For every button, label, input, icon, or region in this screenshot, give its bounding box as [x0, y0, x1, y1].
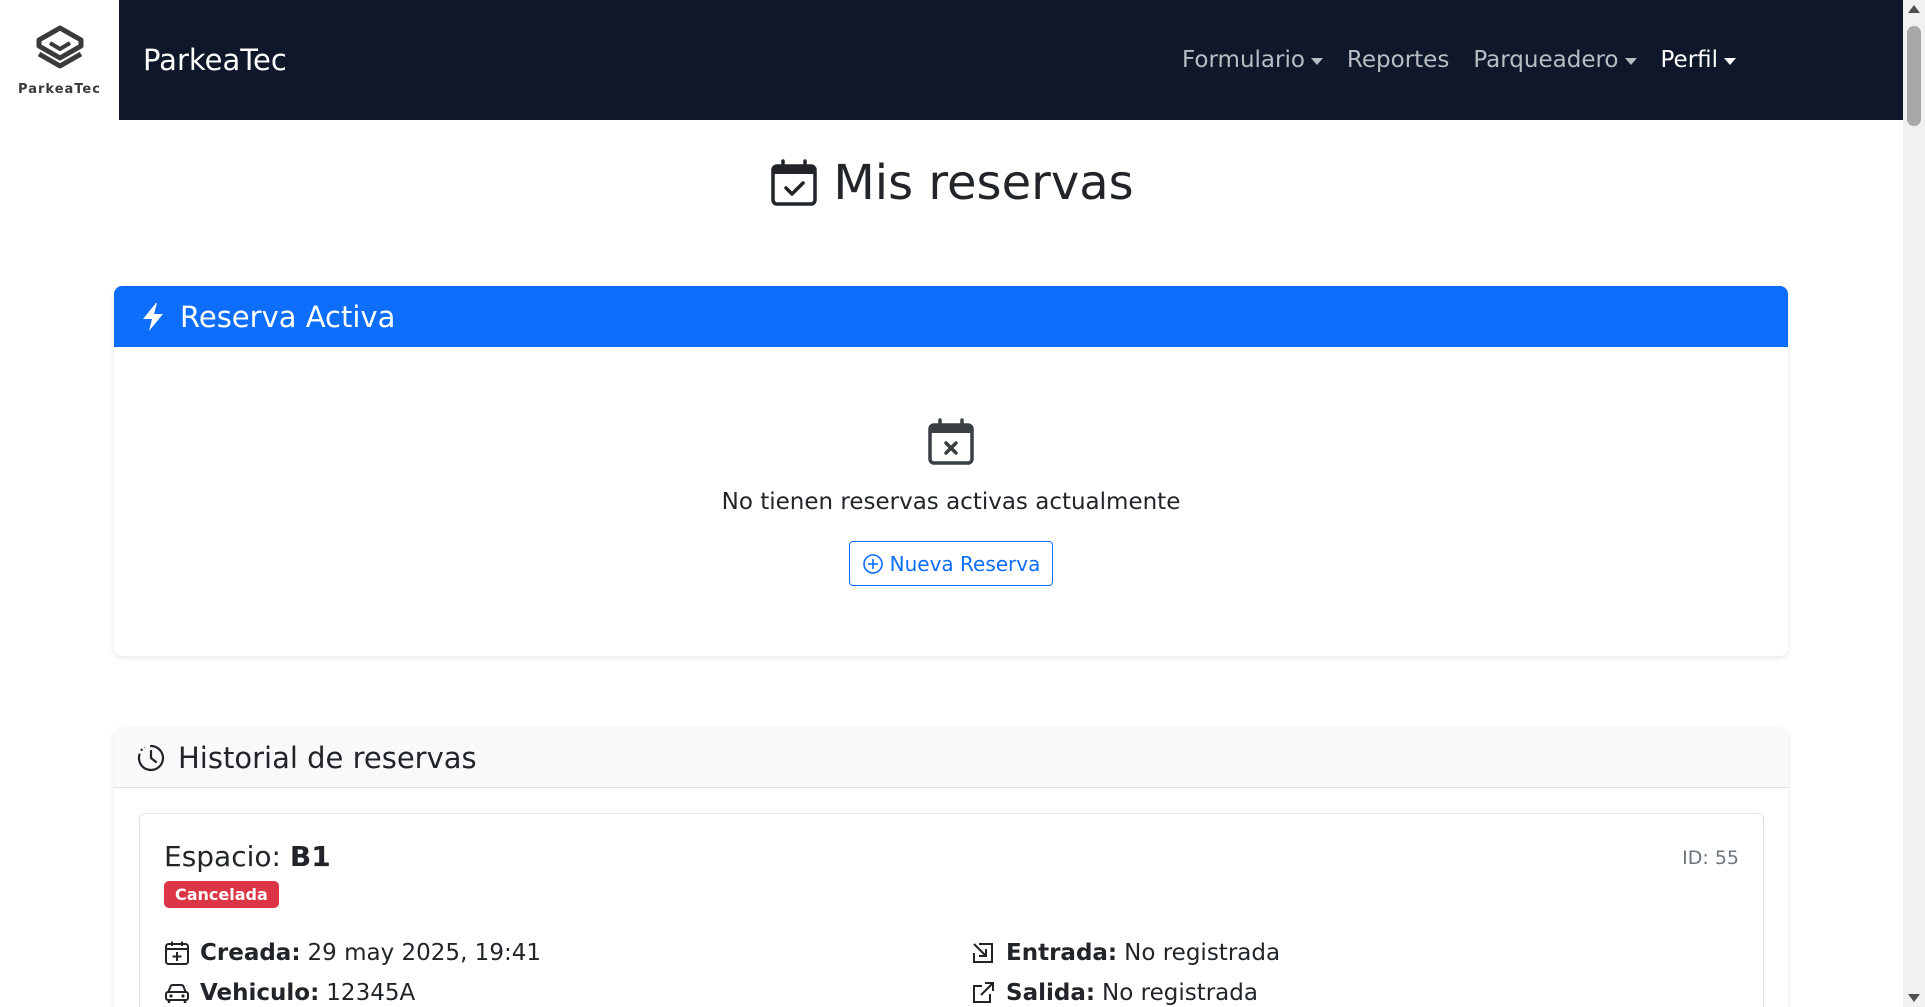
nav-parqueadero[interactable]: Parqueadero [1461, 47, 1648, 73]
active-reservation-card: Reserva Activa No tienen reservas activa… [114, 286, 1788, 656]
caret-down-icon [1624, 57, 1637, 65]
page-title: Mis reservas [0, 155, 1903, 211]
plus-circle-icon [862, 553, 883, 574]
page-title-text: Mis reservas [833, 155, 1134, 211]
space-value: B1 [289, 840, 331, 873]
exit-detail: Salida: No registrada [970, 980, 1258, 1006]
entry-label: Entrada: [1006, 940, 1118, 966]
page-scrollbar[interactable] [1903, 0, 1925, 1007]
entry-detail: Entrada: No registrada [970, 940, 1280, 966]
vehicle-value: 12345A [326, 980, 416, 1006]
created-value: 29 may 2025, 19:41 [307, 940, 541, 966]
navbar: ParkeaTec ParkeaTec Formulario Reportes … [0, 0, 1903, 120]
box-arrow-out-icon [973, 982, 994, 1003]
created-label: Creada: [200, 940, 301, 966]
caret-down-icon [1310, 57, 1323, 65]
scroll-thumb[interactable] [1907, 26, 1921, 126]
clock-history-icon [137, 744, 165, 771]
vehicle-detail: Vehiculo: 12345A [164, 980, 415, 1006]
nav-perfil[interactable]: Perfil [1649, 47, 1749, 73]
active-reservation-header: Reserva Activa [114, 286, 1788, 347]
empty-message: No tienen reservas activas actualmente [721, 489, 1181, 515]
exit-value: No registrada [1102, 980, 1258, 1006]
calendar-plus-icon [165, 941, 189, 965]
box-arrow-in-icon [973, 943, 993, 963]
lightning-icon [143, 302, 163, 331]
status-badge: Cancelada [164, 881, 279, 908]
scroll-down-arrow-icon[interactable] [1908, 994, 1920, 1002]
active-reservation-title: Reserva Activa [180, 299, 396, 334]
empty-state: No tienen reservas activas actualmente N… [114, 347, 1788, 586]
nav-parqueadero-label: Parqueadero [1473, 47, 1619, 73]
new-reservation-label: Nueva Reserva [889, 551, 1041, 576]
history-header: Historial de reservas [114, 728, 1788, 788]
nav-formulario[interactable]: Formulario [1170, 47, 1335, 73]
parkeatec-logo-icon [36, 25, 83, 68]
vehicle-label: Vehiculo: [200, 980, 320, 1006]
brand-logo[interactable]: ParkeaTec [0, 0, 119, 120]
caret-down-icon [1724, 57, 1737, 65]
calendar-check-icon [771, 159, 818, 206]
entry-value: No registrada [1124, 940, 1281, 966]
nav-perfil-label: Perfil [1660, 47, 1719, 73]
brand-name[interactable]: ParkeaTec [143, 43, 287, 77]
history-title: Historial de reservas [178, 740, 477, 775]
space-label: Espacio: B1 [164, 840, 331, 873]
nav-reportes[interactable]: Reportes [1335, 47, 1461, 73]
nav-formulario-label: Formulario [1182, 47, 1305, 73]
space-label-text: Espacio: [164, 840, 281, 873]
created-detail: Creada: 29 may 2025, 19:41 [164, 940, 541, 966]
calendar-x-icon [928, 418, 974, 465]
reservation-id: ID: 55 [1682, 847, 1739, 869]
logo-text: ParkeaTec [18, 81, 101, 97]
history-item[interactable]: Espacio: B1 ID: 55 Cancelada Creada: 29 m… [139, 813, 1764, 1007]
car-icon [165, 984, 189, 1003]
exit-label: Salida: [1006, 980, 1096, 1006]
nav-reportes-label: Reportes [1346, 47, 1450, 73]
history-card: Historial de reservas Espacio: B1 ID: 55… [114, 728, 1788, 1007]
nav-links: Formulario Reportes Parqueadero Perfil [1170, 0, 1748, 120]
new-reservation-button[interactable]: Nueva Reserva [848, 541, 1054, 586]
scroll-up-arrow-icon[interactable] [1908, 5, 1920, 13]
